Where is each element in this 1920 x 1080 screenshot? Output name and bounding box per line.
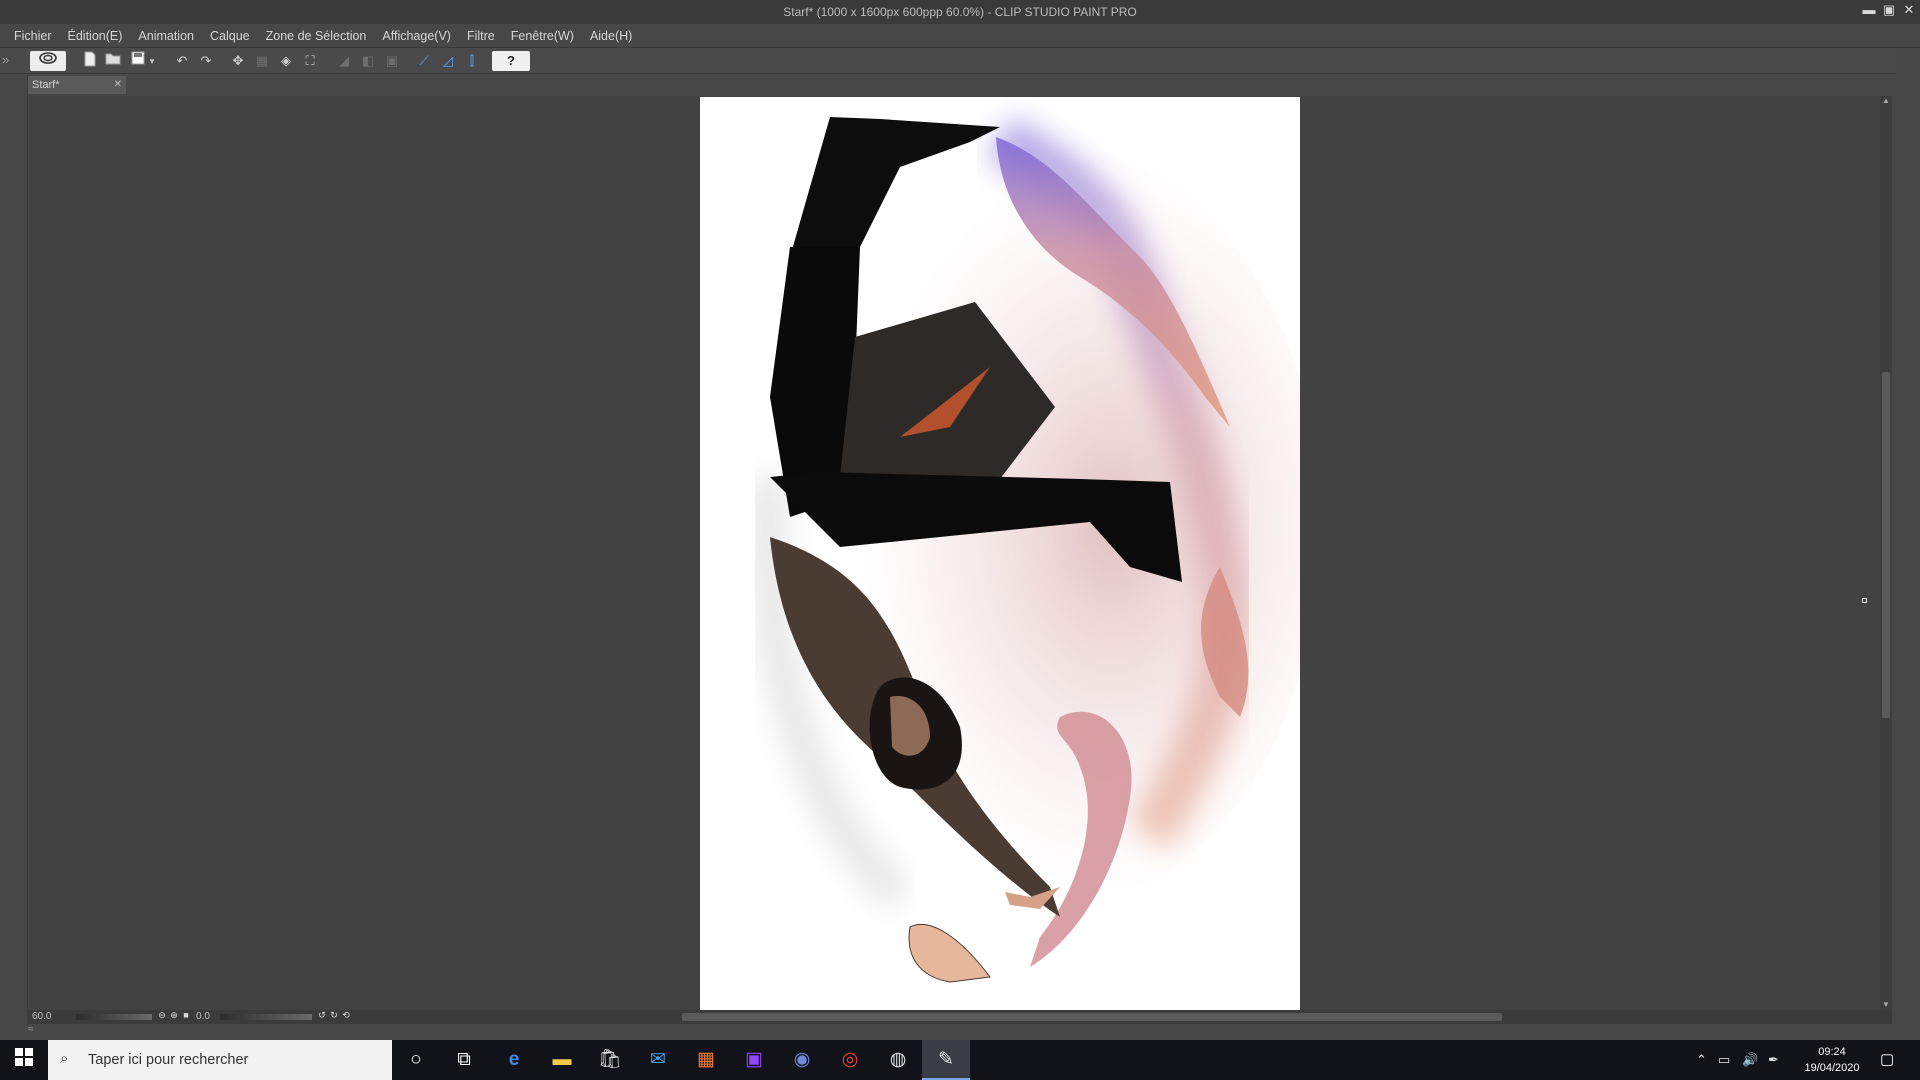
vertical-scrollbar[interactable]: ▲ ▼	[1880, 96, 1892, 1010]
search-placeholder: Taper ici pour rechercher	[88, 1052, 249, 1068]
menu-edition[interactable]: Édition(E)	[60, 24, 131, 48]
menu-zone-selection[interactable]: Zone de Sélection	[258, 24, 375, 48]
rotate-left-icon[interactable]: ↺	[316, 1010, 328, 1023]
snap-grid-icon[interactable]: ⫿	[462, 51, 482, 71]
show-hidden-icons-icon[interactable]: ⌃	[1696, 1052, 1707, 1068]
zoom-in-icon[interactable]: ⊕	[168, 1010, 180, 1023]
volume-icon[interactable]: 🔊	[1742, 1052, 1758, 1068]
mail-icon[interactable]: ✉	[634, 1040, 682, 1080]
discord-icon[interactable]: ◉	[778, 1040, 826, 1080]
store-icon[interactable]: 🛍	[586, 1040, 634, 1080]
scroll-up-icon[interactable]: ▲	[1880, 96, 1892, 106]
collapse-left-panel-button[interactable]: »	[2, 52, 9, 67]
system-clock[interactable]: 09:24 19/04/2020	[1796, 1044, 1868, 1076]
search-icon: ⌕	[60, 1050, 69, 1067]
menu-affichage[interactable]: Affichage(V)	[374, 24, 459, 48]
minimize-button[interactable]: ▬	[1860, 2, 1878, 18]
clip-studio-paint-icon[interactable]: ✎	[922, 1040, 970, 1080]
clock-date: 19/04/2020	[1804, 1062, 1860, 1074]
snap-ruler-icon[interactable]: ⟋	[414, 51, 434, 71]
navigator-status-bar: 60.0 ⊖ ⊕ ■ 0.0 ↺ ↻ ⟲	[28, 1010, 1892, 1024]
taskbar-search-box[interactable]: ⌕ Taper ici pour rechercher	[48, 1040, 392, 1080]
rotation-slider[interactable]	[220, 1014, 312, 1020]
twitch-icon[interactable]: ▣	[730, 1040, 778, 1080]
network-icon[interactable]: ▭	[1718, 1052, 1730, 1068]
snap-special-ruler-icon[interactable]: ◿	[438, 51, 458, 71]
clip-studio-logo-icon[interactable]	[30, 51, 66, 71]
cortana-icon[interactable]: ○	[392, 1040, 440, 1080]
task-view-icon[interactable]: ⧉	[440, 1040, 488, 1080]
menu-animation[interactable]: Animation	[130, 24, 202, 48]
menu-fenetre[interactable]: Fenêtre(W)	[503, 24, 582, 48]
zoom-value[interactable]: 60.0	[32, 1011, 51, 1022]
scroll-down-icon[interactable]: ▼	[1880, 1000, 1892, 1010]
maximize-button[interactable]: ▣	[1880, 2, 1898, 18]
pen-icon[interactable]: ✒	[1768, 1052, 1779, 1068]
menu-fichier[interactable]: Fichier	[6, 24, 60, 48]
start-button[interactable]	[0, 1040, 48, 1080]
rotation-value[interactable]: 0.0	[196, 1011, 210, 1022]
command-bar: » ▾ ↶ ↷ ✥ ▦ ◈ ⛶ ◢ ◧ ▣ ⟋ ◿ ⫿ ? «	[0, 48, 1920, 74]
illustration	[700, 97, 1300, 1010]
scale-icon[interactable]: ▦	[252, 51, 272, 71]
tone-icon[interactable]: ◢	[334, 51, 354, 71]
edge-icon[interactable]: e	[490, 1040, 538, 1080]
zoom-slider[interactable]	[76, 1014, 152, 1020]
document-tab[interactable]: Starf* ✕	[28, 76, 126, 94]
windows-taskbar: ⌕ Taper ici pour rechercher ○ ⧉ e ▬ 🛍 ✉ …	[0, 1040, 1920, 1080]
redo-icon[interactable]: ↷	[196, 51, 216, 71]
menu-bar: Fichier Édition(E) Animation Calque Zone…	[0, 24, 1920, 48]
undo-icon[interactable]: ↶	[172, 51, 192, 71]
close-tab-icon[interactable]: ✕	[114, 76, 122, 94]
new-file-icon[interactable]	[80, 51, 100, 71]
action-center-icon[interactable]: ▢	[1880, 1050, 1894, 1068]
canvas-area[interactable]	[28, 96, 1880, 1010]
menu-calque[interactable]: Calque	[202, 24, 258, 48]
save-icon[interactable]	[128, 51, 148, 71]
fit-icon[interactable]: ⛶	[300, 51, 320, 71]
windows-logo-icon	[15, 1048, 33, 1066]
window-controls: ▬ ▣ ✕	[1860, 2, 1918, 18]
frame-icon[interactable]: ▣	[382, 51, 402, 71]
title-bar: Starf* (1000 x 1600px 600ppp 60.0%) - CL…	[0, 0, 1920, 24]
menu-aide[interactable]: Aide(H)	[582, 24, 640, 48]
menu-filtre[interactable]: Filtre	[459, 24, 503, 48]
document-tab-label: Starf*	[32, 79, 60, 91]
horizontal-scroll-thumb[interactable]	[682, 1013, 1502, 1021]
cursor-marker	[1862, 598, 1867, 603]
save-dropdown-icon[interactable]: ▾	[146, 51, 158, 71]
document-tab-strip: Starf* ✕	[28, 74, 1884, 96]
fit-screen-icon[interactable]: ■	[180, 1010, 192, 1023]
transform-icon[interactable]: ✥	[228, 51, 248, 71]
open-file-icon[interactable]	[103, 51, 123, 71]
vertical-scroll-thumb[interactable]	[1882, 372, 1890, 718]
clock-time: 09:24	[1818, 1046, 1846, 1058]
close-button[interactable]: ✕	[1900, 2, 1918, 18]
reset-rotation-icon[interactable]: ⟲	[340, 1010, 352, 1023]
gradient-icon[interactable]: ◧	[358, 51, 378, 71]
chrome-icon[interactable]: ◎	[826, 1040, 874, 1080]
rotate-right-icon[interactable]: ↻	[328, 1010, 340, 1023]
clip-studio-icon[interactable]: ◍	[874, 1040, 922, 1080]
zoom-out-icon[interactable]: ⊖	[156, 1010, 168, 1023]
expand-panel-icon[interactable]: ≈	[28, 1024, 48, 1038]
help-icon[interactable]: ?	[492, 51, 530, 71]
clip-studio-window: Starf* (1000 x 1600px 600ppp 60.0%) - CL…	[0, 0, 1920, 1040]
right-panel-strip	[1896, 48, 1920, 1026]
artboard[interactable]	[700, 97, 1300, 1010]
file-explorer-icon[interactable]: ▬	[538, 1040, 586, 1080]
photos-icon[interactable]: ▦	[682, 1040, 730, 1080]
left-panel-strip	[0, 74, 28, 1026]
window-title: Starf* (1000 x 1600px 600ppp 60.0%) - CL…	[783, 5, 1137, 19]
fill-icon[interactable]: ◈	[276, 51, 296, 71]
